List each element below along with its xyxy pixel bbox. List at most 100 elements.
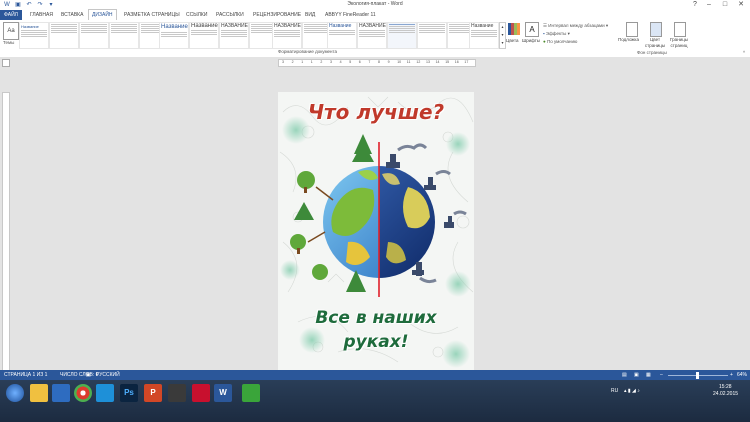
document-page[interactable]: Что лучше? Все в наших руках! [278,92,474,370]
ruler-number: 3 [282,60,284,64]
vertical-ruler[interactable] [2,92,10,372]
themes-icon[interactable]: Aa [3,22,19,40]
doc-format-group-label: Форматирование документа [278,49,338,54]
clock-date[interactable]: 24.02.2015 [713,391,738,397]
style-gallery-item[interactable] [49,22,79,49]
tab-references[interactable]: ССЫЛКИ [183,10,210,20]
app-icon[interactable] [168,384,186,402]
tab-file[interactable]: ФАЙЛ [0,10,22,20]
tab-review[interactable]: РЕЦЕНЗИРОВАНИЕ [250,10,304,20]
zoom-out-icon[interactable]: – [660,370,663,380]
zoom-slider[interactable] [668,372,728,379]
chrome-icon[interactable] [74,384,92,402]
tab-mailings[interactable]: РАССЫЛКИ [213,10,247,20]
tab-home[interactable]: ГЛАВНАЯ [27,10,56,20]
fonts-icon[interactable]: A [525,22,539,37]
style-title: Название [191,23,218,29]
ribbon-tabs: ФАЙЛ ГЛАВНАЯ ВСТАВКА ДИЗАЙН РАЗМЕТКА СТР… [0,9,750,20]
word-count[interactable]: ЧИСЛО СЛОВ: 6 [60,370,98,380]
ruler-number: 14 [435,60,440,64]
zoom-slider-thumb[interactable] [696,372,699,379]
keyboard-language[interactable]: RU [611,388,618,394]
style-title: НАЗВАНИЕ [221,23,248,29]
minimize-icon[interactable]: – [702,0,716,10]
colors-button[interactable]: Цвета [506,38,519,43]
close-icon[interactable]: ✕ [734,0,748,10]
explorer-icon[interactable] [30,384,48,402]
tab-stop-selector[interactable] [2,59,10,67]
style-title: Название [329,23,352,29]
ruler-number: 2 [291,60,294,64]
page-borders-icon[interactable] [674,22,686,37]
powerpoint-icon[interactable]: P [144,384,162,402]
style-gallery-item[interactable] [417,22,447,49]
paragraph-spacing-label: Интервал между абзацами [548,23,605,28]
style-gallery-item[interactable]: Название [327,22,357,49]
zoom-in-icon[interactable]: + [730,370,733,380]
ruler-number: 17 [464,60,469,64]
web-layout-icon[interactable]: ▦ [646,370,651,380]
style-gallery-item[interactable]: Название [19,22,49,49]
language-indicator[interactable]: РУССКИЙ [96,370,120,380]
themes-button[interactable]: Темы [3,40,14,45]
page-color-button[interactable]: Цвет страницы [644,37,666,49]
page-borders-button[interactable]: Границы страниц [668,37,690,49]
start-button-icon[interactable] [6,384,24,402]
ruler-number: 1 [310,60,313,64]
proofing-icon[interactable]: ▣ [86,370,91,380]
collapse-ribbon-icon[interactable]: ^ [743,50,745,55]
tray-icons[interactable]: ▴ ▮ ◢ ♪ [624,388,640,394]
tab-insert[interactable]: ВСТАВКА [58,10,86,20]
acrobat-icon[interactable] [192,384,210,402]
ruler-number: 10 [397,60,402,64]
style-title: НАЗВАНИЕ [359,23,386,29]
read-mode-icon[interactable]: ▤ [622,370,627,380]
tab-view[interactable]: ВИД [302,10,318,20]
media-player-icon[interactable] [52,384,70,402]
ie-icon[interactable] [96,384,114,402]
print-layout-icon[interactable]: ▣ [634,370,639,380]
help-icon[interactable]: ? [688,0,702,10]
horizontal-ruler[interactable]: 3 2 1 1 2 3 4 5 6 7 8 9 10 11 12 13 14 15 16 17 [0,57,750,67]
style-title: Название [161,24,188,30]
zoom-level[interactable]: 64% [737,370,747,380]
page-background-group-label: Фон страницы [637,50,667,55]
style-gallery-item[interactable]: НАЗВАНИЕ [219,22,249,49]
style-gallery-item[interactable] [387,22,417,49]
clock-time[interactable]: 15:28 [719,384,732,390]
page-color-icon[interactable] [650,22,662,37]
photoshop-icon[interactable]: Ps [120,384,138,402]
watermark-icon[interactable] [626,22,638,37]
style-gallery-item[interactable]: НАЗВАНИЕ [272,22,302,49]
page-count[interactable]: СТРАНИЦА 1 ИЗ 1 [4,370,47,380]
set-default-button[interactable]: ● По умолчанию [543,39,577,44]
tab-page-layout[interactable]: РАЗМЕТКА СТРАНИЦЫ [121,10,183,20]
poster-slogan-line1: Все в наших [315,308,437,328]
fonts-button[interactable]: Шрифты [522,38,540,43]
style-gallery-item[interactable] [79,22,109,49]
style-title: Название [21,24,39,29]
effects-label: Эффекты [545,31,567,36]
taskbar: Ps P W RU ▴ ▮ ◢ ♪ 15:28 24.02.2015 [0,380,750,422]
paragraph-spacing-button[interactable]: ☰ Интервал между абзацами ▾ [543,23,608,29]
style-gallery-item[interactable]: Название [189,22,219,49]
effects-button[interactable]: ▪ Эффекты ▾ [543,31,570,37]
tab-abbyy[interactable]: ABBYY FineReader 11 [322,10,379,20]
colors-icon[interactable] [508,23,520,35]
style-gallery-item[interactable]: Название [159,22,189,49]
tab-design[interactable]: ДИЗАЙН [88,9,117,20]
style-gallery-item[interactable]: Название [469,22,499,49]
watermark-button[interactable]: Подложка [618,37,639,42]
style-gallery-item[interactable] [109,22,139,49]
style-gallery-item[interactable]: НАЗВАНИЕ [357,22,387,49]
word-taskbar-icon[interactable]: W [214,384,232,402]
ribbon: Aa Темы Название Название Название НАЗВА… [0,20,750,58]
style-gallery-scroll[interactable]: ▴ ▾ ▾ [499,22,506,49]
poster-artwork [279,96,474,368]
app-icon[interactable] [242,384,260,402]
ruler-number: 15 [445,60,450,64]
maximize-icon[interactable]: □ [718,0,732,10]
set-default-label: По умолчанию [546,39,578,44]
poster-slogan-line2: руках! [343,332,409,352]
ruler-number: 7 [368,60,371,64]
